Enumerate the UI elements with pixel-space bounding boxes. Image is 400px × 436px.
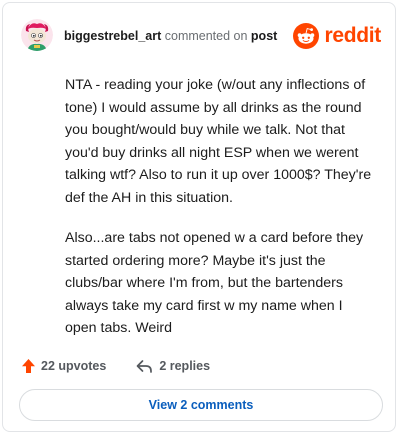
username-link[interactable]: biggestrebel_art	[64, 29, 161, 43]
comment-meta: biggestrebel_art commented on post	[64, 29, 277, 43]
comment-actions: 22 upvotes 2 replies	[21, 356, 210, 376]
avatar[interactable]	[21, 19, 53, 51]
reply-arrow-icon	[136, 359, 153, 373]
upvote-arrow-icon	[22, 359, 35, 373]
comment-action-text: commented on	[164, 29, 248, 43]
replies-button[interactable]: 2 replies	[136, 359, 210, 374]
upvote-count: 22 upvotes	[41, 359, 107, 373]
comment-header: biggestrebel_art commented on post reddi…	[21, 19, 381, 53]
upvote-button[interactable]: 22 upvotes	[21, 358, 106, 374]
comment-body: NTA - reading your joke (w/out any infle…	[65, 74, 377, 358]
comment-card: biggestrebel_art commented on post reddi…	[2, 2, 396, 432]
avatar-image	[21, 19, 53, 51]
reddit-snoo-icon	[293, 23, 320, 49]
comment-paragraph: Also...are tabs not opened w a card befo…	[65, 230, 364, 336]
comment-paragraph: NTA - reading your joke (w/out any infle…	[65, 77, 372, 206]
view-comments-button[interactable]: View 2 comments	[19, 389, 383, 421]
reddit-wordmark: reddit	[324, 24, 381, 47]
post-link[interactable]: post	[251, 29, 277, 43]
reply-count: 2 replies	[159, 359, 211, 373]
reddit-logo[interactable]: reddit	[293, 22, 381, 50]
